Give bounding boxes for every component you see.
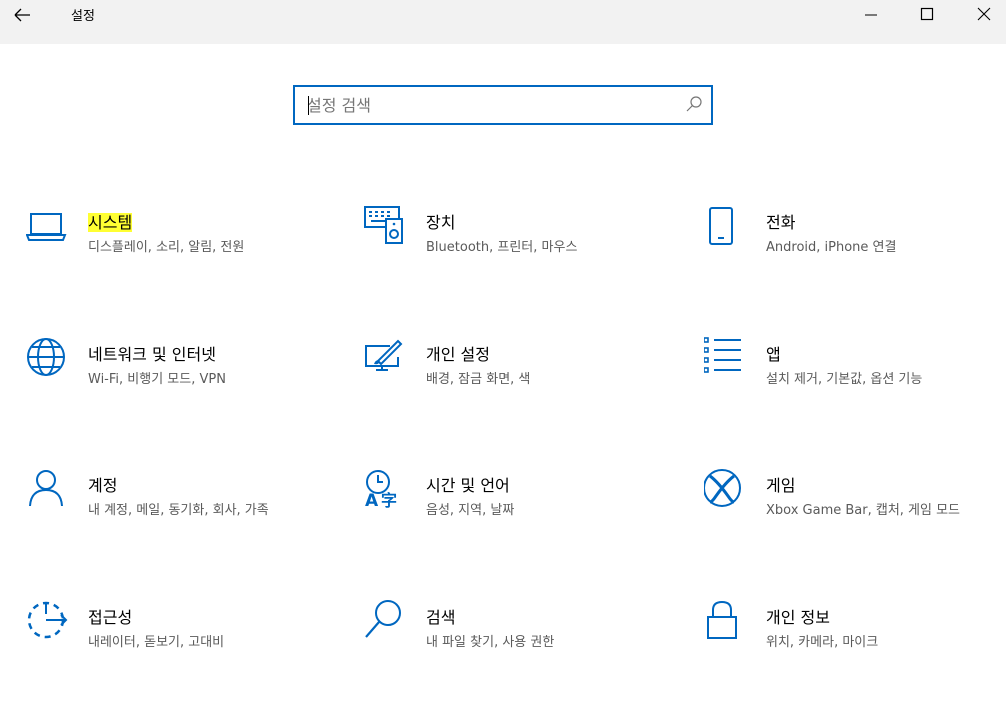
title-bar: 설정 (0, 0, 1006, 44)
time-language-icon: A 字 (364, 468, 410, 514)
close-icon (977, 7, 991, 21)
tile-description: 배경, 잠금 화면, 색 (426, 372, 531, 387)
phone-icon (704, 205, 750, 251)
personalization-icon (364, 337, 410, 383)
tile-search[interactable]: 검색 내 파일 찾기, 사용 권한 (364, 600, 664, 690)
tile-name: 검색 (426, 608, 456, 627)
search-icon[interactable] (684, 94, 704, 114)
devices-icon (364, 205, 410, 251)
tile-description: 디스플레이, 소리, 알림, 전원 (88, 240, 245, 255)
tile-accounts[interactable]: 계정 내 계정, 메일, 동기화, 회사, 가족 (26, 468, 326, 558)
apps-list-icon (704, 337, 750, 383)
tile-name: 계정 (88, 476, 118, 495)
tile-name: 시간 및 언어 (426, 476, 510, 495)
window-title: 설정 (71, 9, 95, 24)
lock-icon (704, 600, 750, 646)
tile-description: 내레이터, 돋보기, 고대비 (88, 635, 225, 650)
tile-apps[interactable]: 앱 설치 제거, 기본값, 옵션 기능 (704, 337, 1004, 427)
tile-description: 내 계정, 메일, 동기화, 회사, 가족 (88, 503, 269, 518)
tile-name: 앱 (766, 345, 781, 364)
search-tile-icon (364, 600, 410, 646)
tile-privacy[interactable]: 개인 정보 위치, 카메라, 마이크 (704, 600, 1004, 690)
text-caret (308, 96, 309, 115)
tile-name: 장치 (426, 213, 456, 232)
globe-icon (26, 337, 72, 383)
close-button[interactable] (960, 0, 1006, 30)
laptop-icon (26, 205, 72, 251)
tile-description: Wi-Fi, 비행기 모드, VPN (88, 372, 226, 387)
xbox-icon (704, 468, 750, 514)
back-button[interactable] (10, 4, 36, 26)
tile-name: 개인 정보 (766, 608, 830, 627)
tile-description: Bluetooth, 프린터, 마우스 (426, 240, 578, 255)
search-box[interactable] (293, 85, 713, 125)
arrow-left-icon (14, 8, 30, 22)
tile-name: 게임 (766, 476, 796, 495)
accessibility-icon (26, 600, 72, 646)
tile-network[interactable]: 네트워크 및 인터넷 Wi-Fi, 비행기 모드, VPN (26, 337, 326, 427)
tile-description: 설치 제거, 기본값, 옵션 기능 (766, 372, 923, 387)
tile-description: Xbox Game Bar, 캡처, 게임 모드 (766, 503, 961, 518)
tile-name: 접근성 (88, 608, 133, 627)
tile-description: 내 파일 찾기, 사용 권한 (426, 635, 555, 650)
svg-text:字: 字 (381, 491, 397, 510)
svg-text:A: A (365, 491, 379, 511)
minimize-button[interactable] (848, 0, 894, 30)
minimize-icon (865, 14, 877, 16)
tile-description: Android, iPhone 연결 (766, 240, 897, 255)
tile-personalization[interactable]: 개인 설정 배경, 잠금 화면, 색 (364, 337, 664, 427)
tile-description: 음성, 지역, 날짜 (426, 503, 515, 518)
tile-description: 위치, 카메라, 마이크 (766, 635, 879, 650)
search-input[interactable] (307, 93, 667, 117)
tile-devices[interactable]: 장치 Bluetooth, 프린터, 마우스 (364, 205, 664, 295)
tile-time-language[interactable]: A 字 시간 및 언어 음성, 지역, 날짜 (364, 468, 664, 558)
tile-system[interactable]: 시스템 디스플레이, 소리, 알림, 전원 (26, 205, 326, 295)
tile-name: 전화 (766, 213, 796, 232)
maximize-button[interactable] (904, 0, 950, 30)
tile-name: 개인 설정 (426, 345, 490, 364)
tile-name: 네트워크 및 인터넷 (88, 345, 216, 364)
tile-gaming[interactable]: 게임 Xbox Game Bar, 캡처, 게임 모드 (704, 468, 1004, 558)
tile-name: 시스템 (88, 213, 133, 232)
maximize-icon (920, 7, 934, 21)
tile-accessibility[interactable]: 접근성 내레이터, 돋보기, 고대비 (26, 600, 326, 690)
person-icon (26, 468, 72, 514)
tile-phone[interactable]: 전화 Android, iPhone 연결 (704, 205, 1004, 295)
